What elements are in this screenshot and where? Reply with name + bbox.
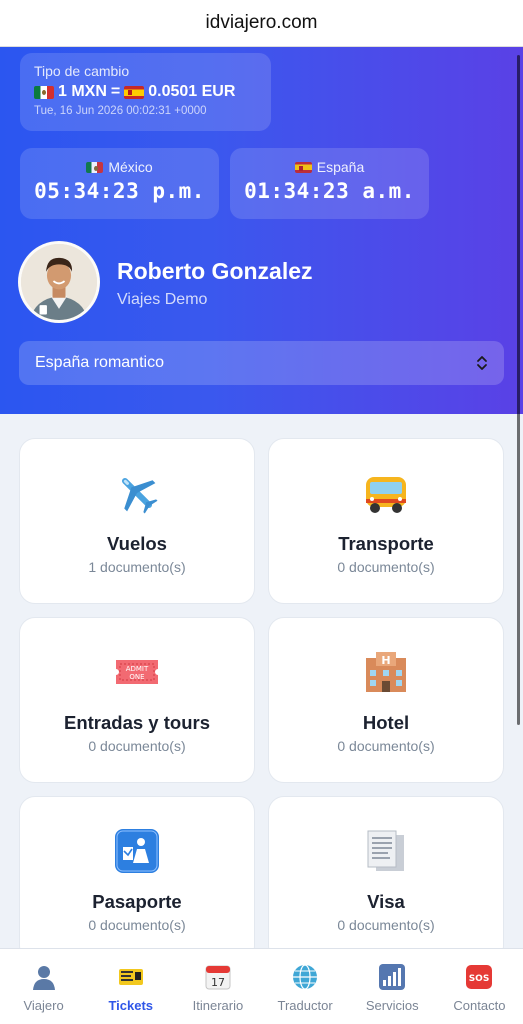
- chart-icon: [378, 963, 406, 991]
- select-chevron-icon: [476, 355, 488, 371]
- card-title: Visa: [367, 891, 405, 912]
- card-count: 0 documento(s): [337, 738, 435, 754]
- tab-viajero[interactable]: Viajero: [0, 949, 87, 1024]
- exchange-rate-value: 1 MXN = 0.0501 EUR: [34, 83, 257, 101]
- documents-icon: [362, 827, 410, 875]
- page-scrollbar[interactable]: [517, 55, 520, 725]
- ticket-icon: ADMIT ONE: [113, 648, 161, 696]
- clock-mexico: México 05:34:23 p.m.: [20, 148, 219, 219]
- calendar-icon: 17: [204, 963, 232, 991]
- address-bar[interactable]: idviajero.com: [0, 0, 523, 47]
- ticket-icon: [117, 963, 145, 991]
- clock-country: México: [108, 159, 153, 175]
- trip-select[interactable]: España romantico: [19, 341, 504, 385]
- card-count: 0 documento(s): [88, 917, 186, 933]
- tab-label: Servicios: [365, 998, 419, 1013]
- globe-icon: [291, 963, 319, 991]
- tab-servicios[interactable]: Servicios: [349, 949, 436, 1024]
- sos-icon: SOS: [465, 963, 493, 991]
- tab-label: Viajero: [23, 998, 64, 1013]
- card-transporte[interactable]: Transporte 0 documento(s): [268, 438, 504, 604]
- card-entradas-tours[interactable]: ADMIT ONE Entradas y tours 0 documento(s): [19, 617, 255, 783]
- svg-text:SOS: SOS: [469, 974, 490, 984]
- exchange-timestamp: Tue, 16 Jun 2026 00:02:31 +0000: [34, 105, 207, 117]
- user-company: Viajes Demo: [117, 291, 208, 308]
- exchange-to: 0.0501 EUR: [148, 83, 236, 100]
- card-count: 0 documento(s): [337, 917, 435, 933]
- card-title: Transporte: [338, 533, 434, 554]
- card-pasaporte[interactable]: Pasaporte 0 documento(s): [19, 796, 255, 962]
- avatar[interactable]: [18, 241, 100, 323]
- clock-time: 05:34:23 p.m.: [34, 179, 205, 203]
- exchange-from: 1 MXN: [58, 83, 107, 100]
- hotel-icon: H: [362, 648, 410, 696]
- card-title: Hotel: [362, 712, 410, 733]
- svg-text:H: H: [381, 654, 390, 667]
- user-name: Roberto Gonzalez: [117, 258, 313, 284]
- trip-select-value: España romantico: [35, 354, 164, 371]
- exchange-equals: =: [110, 83, 121, 100]
- card-vuelos[interactable]: Vuelos 1 documento(s): [19, 438, 255, 604]
- mexico-flag-icon: [86, 161, 104, 173]
- clock-spain: España 01:34:23 a.m.: [230, 148, 429, 219]
- card-title: Entradas y tours: [64, 712, 210, 733]
- airplane-icon: [113, 469, 161, 517]
- url-text: idviajero.com: [205, 12, 318, 33]
- tab-label: Contacto: [453, 998, 506, 1013]
- avatar-photo: [21, 244, 97, 320]
- spain-flag-icon: [294, 161, 312, 173]
- hero-header: Tipo de cambio 1 MXN = 0.0501 EUR Tue, 1…: [0, 47, 523, 414]
- svg-text:ADMIT: ADMIT: [126, 665, 149, 673]
- bottom-tab-bar: Viajero Tickets 17 Itinerario Traductor …: [0, 948, 523, 1024]
- tab-label: Tickets: [108, 998, 154, 1013]
- tab-label: Itinerario: [192, 998, 244, 1013]
- svg-text:ONE: ONE: [129, 673, 144, 681]
- spain-flag-icon: [124, 85, 145, 99]
- card-title: Pasaporte: [92, 891, 182, 912]
- exchange-rate-label: Tipo de cambio: [34, 63, 130, 79]
- card-title: Vuelos: [107, 533, 167, 554]
- card-count: 0 documento(s): [88, 738, 186, 754]
- svg-text:17: 17: [211, 976, 225, 989]
- tab-label: Traductor: [277, 998, 333, 1013]
- tab-traductor[interactable]: Traductor: [262, 949, 349, 1024]
- card-hotel[interactable]: H Hotel 0 documento(s): [268, 617, 504, 783]
- passport-control-icon: [113, 827, 161, 875]
- clock-time: 01:34:23 a.m.: [244, 179, 415, 203]
- tab-contacto[interactable]: SOS Contacto: [436, 949, 523, 1024]
- exchange-rate-card: Tipo de cambio 1 MXN = 0.0501 EUR Tue, 1…: [20, 53, 271, 131]
- card-visa[interactable]: Visa 0 documento(s): [268, 796, 504, 962]
- bus-icon: [362, 469, 410, 517]
- person-icon: [30, 963, 58, 991]
- tab-tickets[interactable]: Tickets: [87, 949, 174, 1024]
- mexico-flag-icon: [34, 85, 54, 99]
- card-count: 0 documento(s): [337, 559, 435, 575]
- clock-country: España: [316, 159, 365, 175]
- tab-itinerario[interactable]: 17 Itinerario: [174, 949, 261, 1024]
- card-count: 1 documento(s): [88, 559, 186, 575]
